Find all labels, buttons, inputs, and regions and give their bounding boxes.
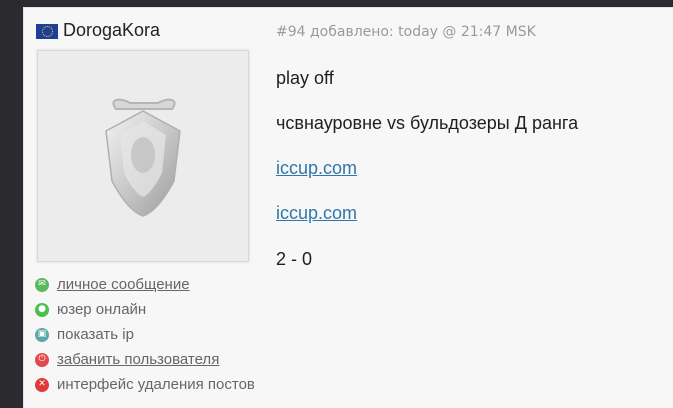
power-icon: ⏻ <box>35 352 49 367</box>
private-message-action[interactable]: ✉ личное сообщение <box>35 276 190 293</box>
delete-posts-interface-label[interactable]: интерфейс удаления постов <box>57 376 255 393</box>
show-ip-action[interactable]: ▣ показать ip <box>35 326 134 343</box>
eu-flag-icon <box>36 24 58 39</box>
post-line-2: чсвнауровне vs бульдозеры Д ранга <box>276 113 579 133</box>
monitor-icon: ▣ <box>35 327 49 342</box>
forum-post: DorogaKora #94 добавлено: today @ 21:47 … <box>23 7 673 408</box>
envelope-icon: ✉ <box>35 277 49 292</box>
post-line-1: play off <box>276 68 334 88</box>
user-online-label: юзер онлайн <box>57 301 147 318</box>
delete-posts-interface-action[interactable]: ✕ интерфейс удаления постов <box>35 376 255 393</box>
ban-user-action[interactable]: ⏻ забанить пользователя <box>35 351 219 368</box>
post-link-1[interactable]: iccup.com <box>276 158 357 179</box>
private-message-label[interactable]: личное сообщение <box>57 276 190 293</box>
post-author-username[interactable]: DorogaKora <box>63 20 160 41</box>
close-circle-icon: ✕ <box>35 377 49 392</box>
avatar <box>37 50 249 262</box>
show-ip-label[interactable]: показать ip <box>57 326 134 343</box>
ban-user-label[interactable]: забанить пользователя <box>57 351 219 368</box>
user-online-status: ● юзер онлайн <box>35 301 146 318</box>
trophy-icon <box>105 98 181 217</box>
post-link-2[interactable]: iccup.com <box>276 203 357 224</box>
post-line-5: 2 - 0 <box>276 249 313 269</box>
post-meta: #94 добавлено: today @ 21:47 MSK <box>276 24 536 40</box>
online-dot-icon: ● <box>35 302 49 317</box>
